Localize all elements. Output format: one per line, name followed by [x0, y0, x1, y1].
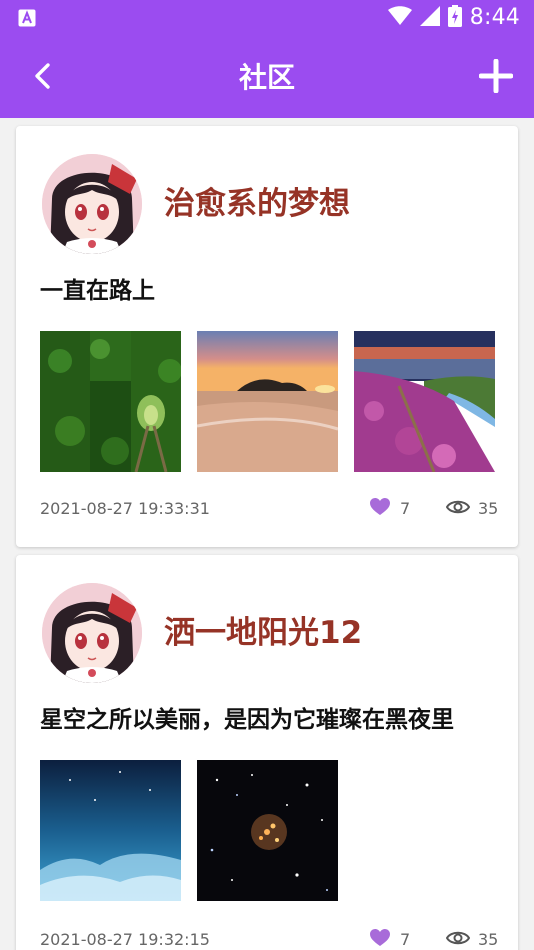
- battery-icon: [447, 5, 462, 31]
- author-name[interactable]: 洒一地阳光12: [164, 613, 362, 653]
- status-bar: 8:44: [0, 0, 534, 36]
- app-notification-icon: [18, 9, 36, 27]
- star-cluster-photo[interactable]: [197, 760, 338, 901]
- add-icon: [478, 58, 514, 97]
- image-row: [40, 331, 495, 473]
- cell-signal-icon: [419, 6, 440, 30]
- heart-icon: [370, 498, 390, 520]
- forest-tunnel-photo[interactable]: [40, 331, 181, 472]
- post-date: 2021-08-27 19:33:31: [40, 499, 210, 518]
- avatar[interactable]: [42, 154, 142, 254]
- post-card[interactable]: 治愈系的梦想 一直在路上 2021-08-27 19:33:31 7 35: [16, 126, 518, 547]
- heart-icon: [370, 929, 390, 950]
- post-date: 2021-08-27 19:32:15: [40, 930, 210, 949]
- app-bar: 社区: [0, 36, 534, 118]
- status-time: 8:44: [469, 5, 520, 30]
- post-text: 星空之所以美丽，是因为它璀璨在黑夜里: [40, 707, 454, 733]
- view-count: 35: [478, 499, 499, 518]
- like-count: 7: [400, 930, 411, 949]
- view-stat: 35: [445, 929, 499, 950]
- avatar[interactable]: [42, 583, 142, 683]
- page-title: 社区: [238, 61, 295, 94]
- status-icons: 8:44: [387, 5, 520, 31]
- add-post-button[interactable]: [476, 58, 516, 98]
- image-row: [40, 760, 338, 902]
- beach-sunset-photo[interactable]: [197, 331, 338, 472]
- view-count: 35: [478, 930, 499, 949]
- author-name[interactable]: 治愈系的梦想: [164, 184, 350, 224]
- wifi-icon: [387, 6, 412, 30]
- blue-sky-photo[interactable]: [40, 760, 181, 901]
- post-feed[interactable]: 治愈系的梦想 一直在路上 2021-08-27 19:33:31 7 35 洒一…: [0, 118, 534, 950]
- flower-hillside-photo[interactable]: [354, 331, 495, 472]
- like-button[interactable]: 7: [370, 929, 410, 950]
- like-count: 7: [400, 499, 411, 518]
- view-stat: 35: [445, 498, 499, 520]
- post-card[interactable]: 洒一地阳光12 星空之所以美丽，是因为它璀璨在黑夜里 2021-08-27 19…: [16, 555, 518, 950]
- post-text: 一直在路上: [40, 278, 155, 304]
- eye-icon: [445, 930, 471, 950]
- like-button[interactable]: 7: [370, 498, 410, 520]
- eye-icon: [445, 499, 471, 519]
